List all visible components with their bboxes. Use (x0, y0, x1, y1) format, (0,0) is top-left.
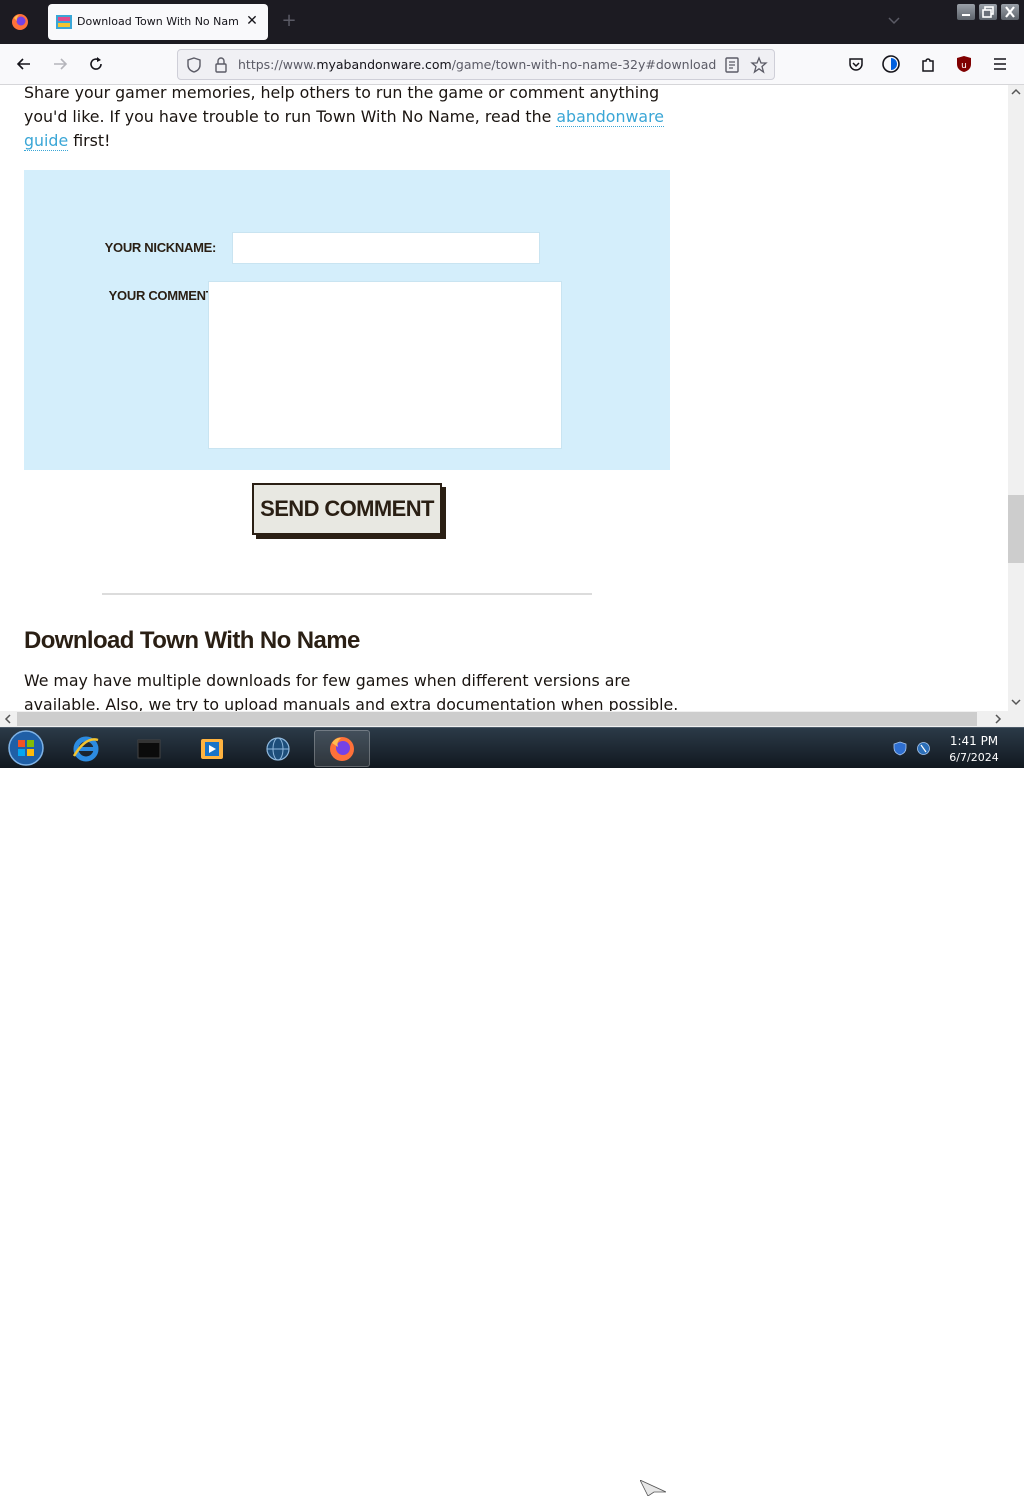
lock-icon[interactable] (213, 56, 229, 74)
bookmark-star-icon[interactable] (750, 56, 768, 74)
window-close-button[interactable] (1001, 4, 1019, 20)
vertical-scroll-thumb[interactable] (1008, 495, 1024, 563)
intro-paragraph: Share your gamer memories, help others t… (24, 85, 664, 153)
url-prefix: https://www. (238, 57, 317, 72)
url-text[interactable]: https://www.myabandonware.com/game/town-… (238, 57, 716, 72)
scroll-left-arrow-icon[interactable] (3, 714, 13, 724)
section-divider (102, 593, 592, 595)
scroll-down-arrow-icon[interactable] (1011, 697, 1021, 707)
internet-explorer-icon (72, 736, 99, 761)
command-prompt-icon (137, 739, 161, 758)
tab-active[interactable]: Download Town With No Name ✕ (48, 4, 268, 40)
tracking-protection-shield-icon[interactable] (185, 56, 203, 74)
clock-date[interactable]: 6/7/2024 (946, 751, 1002, 764)
taskbar-network[interactable] (250, 730, 306, 767)
taskbar-internet-explorer[interactable] (58, 730, 114, 767)
window-restore-button[interactable] (979, 4, 997, 20)
firefox-icon (330, 736, 354, 761)
horizontal-scrollbar[interactable] (0, 711, 1008, 727)
nickname-label: YOUR NICKNAME: (104, 240, 217, 255)
comment-textarea[interactable] (208, 281, 562, 449)
url-path: /game/town-with-no-name-32y#download (451, 57, 717, 72)
ublock-origin-icon[interactable]: u (954, 54, 974, 74)
navigation-toolbar: https://www.myabandonware.com/game/town-… (0, 44, 1024, 108)
forward-arrow-icon[interactable] (50, 54, 70, 74)
svg-text:u: u (961, 61, 967, 71)
scroll-right-arrow-icon[interactable] (993, 714, 1003, 724)
url-domain: myabandonware.com (316, 57, 452, 72)
back-arrow-icon[interactable] (14, 54, 34, 74)
firefox-icon[interactable] (10, 12, 30, 32)
window-minimize-button[interactable] (957, 4, 975, 20)
tab-strip: Download Town With No Name ✕ + (0, 0, 1024, 44)
hamburger-menu-icon[interactable] (990, 54, 1010, 74)
list-all-tabs-icon[interactable] (886, 14, 902, 26)
send-comment-button[interactable]: SEND COMMENT (252, 483, 442, 535)
media-player-icon (201, 738, 223, 759)
windows-start-orb-icon[interactable] (6, 729, 46, 767)
scroll-up-arrow-icon[interactable] (1011, 87, 1021, 97)
tab-title: Download Town With No Name (77, 15, 239, 28)
mouse-cursor-icon (640, 1480, 666, 1496)
horizontal-scroll-thumb[interactable] (17, 712, 977, 726)
windows-taskbar: 1:41 PM 6/7/2024 (0, 727, 1024, 1496)
scrollbar-corner (1008, 711, 1024, 727)
firefox-monitor-icon[interactable] (881, 54, 901, 74)
new-tab-icon[interactable]: + (280, 12, 298, 30)
address-bar[interactable]: https://www.myabandonware.com/game/town-… (177, 49, 775, 80)
comment-label: YOUR COMMENT: (108, 288, 217, 303)
page-viewport: Share your gamer memories, help others t… (0, 85, 1008, 711)
security-shield-tray-icon[interactable] (893, 741, 907, 756)
pocket-icon[interactable] (846, 54, 866, 74)
nickname-input[interactable] (232, 232, 540, 264)
download-heading: Download Town With No Name (24, 627, 360, 654)
clock-time[interactable]: 1:41 PM (946, 734, 1002, 748)
taskbar-media-player[interactable] (184, 730, 240, 767)
taskbar-command-prompt[interactable] (121, 730, 177, 767)
download-description: We may have multiple downloads for few g… (24, 671, 679, 711)
myabandonware-favicon-icon (56, 15, 72, 29)
network-tray-icon[interactable] (916, 741, 931, 756)
reader-view-icon[interactable] (723, 56, 741, 74)
taskbar-firefox[interactable] (314, 730, 370, 767)
intro-text-after: first! (68, 131, 111, 150)
tab-close-icon[interactable]: ✕ (244, 13, 260, 29)
vertical-scrollbar[interactable] (1008, 85, 1024, 711)
globe-network-icon (266, 736, 290, 761)
reload-icon[interactable] (86, 54, 106, 74)
extensions-puzzle-icon[interactable] (918, 54, 938, 74)
